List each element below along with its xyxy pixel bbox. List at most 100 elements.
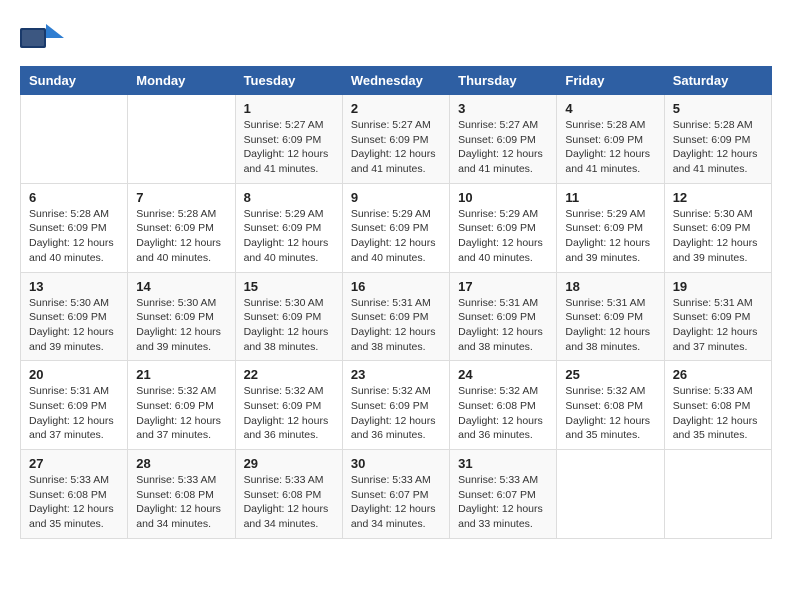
calendar-cell: 26 Sunrise: 5:33 AM Sunset: 6:08 PM Dayli… [664, 361, 771, 450]
cell-content: Sunrise: 5:33 AM Sunset: 6:07 PM Dayligh… [351, 473, 441, 532]
calendar-cell: 19Sunrise: 5:31 AM Sunset: 6:09 PM Dayli… [664, 272, 771, 361]
day-number: 1 [244, 101, 334, 116]
cell-content: Sunrise: 5:28 AM Sunset: 6:09 PM Dayligh… [136, 207, 226, 266]
cell-content: Sunrise: 5:33 AM Sunset: 6:08 PM Dayligh… [673, 384, 763, 443]
cell-content: Sunrise: 5:30 AM Sunset: 6:09 PM Dayligh… [136, 296, 226, 355]
day-number: 10 [458, 190, 548, 205]
cell-content: Sunrise: 5:30 AM Sunset: 6:09 PM Dayligh… [244, 296, 334, 355]
header-thursday: Thursday [450, 67, 557, 95]
cell-content: Sunrise: 5:27 AM Sunset: 6:09 PM Dayligh… [351, 118, 441, 177]
calendar-cell: 24 Sunrise: 5:32 AM Sunset: 6:08 PM Dayli… [450, 361, 557, 450]
day-number: 5 [673, 101, 763, 116]
calendar-cell: 7 Sunrise: 5:28 AM Sunset: 6:09 PM Daylig… [128, 183, 235, 272]
day-number: 20 [29, 367, 119, 382]
cell-content: Sunrise: 5:28 AM Sunset: 6:09 PM Dayligh… [673, 118, 763, 177]
day-number: 2 [351, 101, 441, 116]
day-number: 12 [673, 190, 763, 205]
calendar-cell: 31 Sunrise: 5:33 AM Sunset: 6:07 PM Dayli… [450, 450, 557, 539]
calendar-header-row: SundayMondayTuesdayWednesdayThursdayFrid… [21, 67, 772, 95]
calendar-cell: 16 Sunrise: 5:31 AM Sunset: 6:09 PM Dayli… [342, 272, 449, 361]
calendar-table: SundayMondayTuesdayWednesdayThursdayFrid… [20, 66, 772, 539]
cell-content: Sunrise: 5:33 AM Sunset: 6:08 PM Dayligh… [136, 473, 226, 532]
calendar-cell: 20 Sunrise: 5:31 AM Sunset: 6:09 PM Dayli… [21, 361, 128, 450]
day-number: 3 [458, 101, 548, 116]
header-friday: Friday [557, 67, 664, 95]
day-number: 13 [29, 279, 119, 294]
cell-content: Sunrise: 5:31 AM Sunset: 6:09 PM Dayligh… [565, 296, 655, 355]
header-monday: Monday [128, 67, 235, 95]
day-number: 7 [136, 190, 226, 205]
calendar-cell: 3 Sunrise: 5:27 AM Sunset: 6:09 PM Daylig… [450, 95, 557, 184]
calendar-cell: 27 Sunrise: 5:33 AM Sunset: 6:08 PM Dayli… [21, 450, 128, 539]
day-number: 6 [29, 190, 119, 205]
day-number: 16 [351, 279, 441, 294]
calendar-cell: 1 Sunrise: 5:27 AM Sunset: 6:09 PM Daylig… [235, 95, 342, 184]
day-number: 30 [351, 456, 441, 471]
day-number: 21 [136, 367, 226, 382]
cell-content: Sunrise: 5:27 AM Sunset: 6:09 PM Dayligh… [458, 118, 548, 177]
calendar-cell: 13Sunrise: 5:30 AM Sunset: 6:09 PM Dayli… [21, 272, 128, 361]
calendar-cell [21, 95, 128, 184]
day-number: 25 [565, 367, 655, 382]
cell-content: Sunrise: 5:32 AM Sunset: 6:08 PM Dayligh… [565, 384, 655, 443]
cell-content: Sunrise: 5:30 AM Sunset: 6:09 PM Dayligh… [673, 207, 763, 266]
cell-content: Sunrise: 5:29 AM Sunset: 6:09 PM Dayligh… [458, 207, 548, 266]
header-tuesday: Tuesday [235, 67, 342, 95]
calendar-cell: 18Sunrise: 5:31 AM Sunset: 6:09 PM Dayli… [557, 272, 664, 361]
day-number: 8 [244, 190, 334, 205]
calendar-cell: 9 Sunrise: 5:29 AM Sunset: 6:09 PM Daylig… [342, 183, 449, 272]
cell-content: Sunrise: 5:32 AM Sunset: 6:08 PM Dayligh… [458, 384, 548, 443]
cell-content: Sunrise: 5:29 AM Sunset: 6:09 PM Dayligh… [565, 207, 655, 266]
cell-content: Sunrise: 5:31 AM Sunset: 6:09 PM Dayligh… [673, 296, 763, 355]
calendar-week-1: 1 Sunrise: 5:27 AM Sunset: 6:09 PM Daylig… [21, 95, 772, 184]
calendar-cell: 6Sunrise: 5:28 AM Sunset: 6:09 PM Daylig… [21, 183, 128, 272]
calendar-cell: 25 Sunrise: 5:32 AM Sunset: 6:08 PM Dayli… [557, 361, 664, 450]
calendar-cell: 2 Sunrise: 5:27 AM Sunset: 6:09 PM Daylig… [342, 95, 449, 184]
cell-content: Sunrise: 5:32 AM Sunset: 6:09 PM Dayligh… [136, 384, 226, 443]
calendar-week-4: 20 Sunrise: 5:31 AM Sunset: 6:09 PM Dayli… [21, 361, 772, 450]
day-number: 15 [244, 279, 334, 294]
day-number: 27 [29, 456, 119, 471]
calendar-week-5: 27 Sunrise: 5:33 AM Sunset: 6:08 PM Dayli… [21, 450, 772, 539]
header-sunday: Sunday [21, 67, 128, 95]
calendar-cell: 29 Sunrise: 5:33 AM Sunset: 6:08 PM Dayli… [235, 450, 342, 539]
cell-content: Sunrise: 5:27 AM Sunset: 6:09 PM Dayligh… [244, 118, 334, 177]
day-number: 17 [458, 279, 548, 294]
calendar-cell: 5 Sunrise: 5:28 AM Sunset: 6:09 PM Daylig… [664, 95, 771, 184]
calendar-cell: 22Sunrise: 5:32 AM Sunset: 6:09 PM Dayli… [235, 361, 342, 450]
calendar-cell [557, 450, 664, 539]
calendar-cell [128, 95, 235, 184]
day-number: 29 [244, 456, 334, 471]
day-number: 23 [351, 367, 441, 382]
calendar-cell: 17 Sunrise: 5:31 AM Sunset: 6:09 PM Dayli… [450, 272, 557, 361]
cell-content: Sunrise: 5:29 AM Sunset: 6:09 PM Dayligh… [351, 207, 441, 266]
day-number: 31 [458, 456, 548, 471]
calendar-cell: 12 Sunrise: 5:30 AM Sunset: 6:09 PM Dayli… [664, 183, 771, 272]
day-number: 22 [244, 367, 334, 382]
cell-content: Sunrise: 5:33 AM Sunset: 6:08 PM Dayligh… [29, 473, 119, 532]
logo [20, 20, 70, 56]
cell-content: Sunrise: 5:32 AM Sunset: 6:09 PM Dayligh… [351, 384, 441, 443]
header-saturday: Saturday [664, 67, 771, 95]
day-number: 26 [673, 367, 763, 382]
cell-content: Sunrise: 5:33 AM Sunset: 6:07 PM Dayligh… [458, 473, 548, 532]
cell-content: Sunrise: 5:31 AM Sunset: 6:09 PM Dayligh… [351, 296, 441, 355]
day-number: 11 [565, 190, 655, 205]
calendar-cell: 28Sunrise: 5:33 AM Sunset: 6:08 PM Dayli… [128, 450, 235, 539]
page-header [20, 20, 772, 56]
calendar-cell: 11 Sunrise: 5:29 AM Sunset: 6:09 PM Dayli… [557, 183, 664, 272]
calendar-cell [664, 450, 771, 539]
calendar-cell: 30 Sunrise: 5:33 AM Sunset: 6:07 PM Dayli… [342, 450, 449, 539]
day-number: 24 [458, 367, 548, 382]
calendar-cell: 4Sunrise: 5:28 AM Sunset: 6:09 PM Daylig… [557, 95, 664, 184]
calendar-week-2: 6 Sunrise: 5:28 AM Sunset: 6:09 PM Daylig… [21, 183, 772, 272]
calendar-cell: 23 Sunrise: 5:32 AM Sunset: 6:09 PM Dayli… [342, 361, 449, 450]
cell-content: Sunrise: 5:31 AM Sunset: 6:09 PM Dayligh… [458, 296, 548, 355]
calendar-cell: 10 Sunrise: 5:29 AM Sunset: 6:09 PM Dayli… [450, 183, 557, 272]
day-number: 9 [351, 190, 441, 205]
cell-content: Sunrise: 5:33 AM Sunset: 6:08 PM Dayligh… [244, 473, 334, 532]
cell-content: Sunrise: 5:31 AM Sunset: 6:09 PM Dayligh… [29, 384, 119, 443]
logo-icon [20, 20, 64, 56]
cell-content: Sunrise: 5:28 AM Sunset: 6:09 PM Dayligh… [565, 118, 655, 177]
calendar-cell: 15 Sunrise: 5:30 AM Sunset: 6:09 PM Dayli… [235, 272, 342, 361]
